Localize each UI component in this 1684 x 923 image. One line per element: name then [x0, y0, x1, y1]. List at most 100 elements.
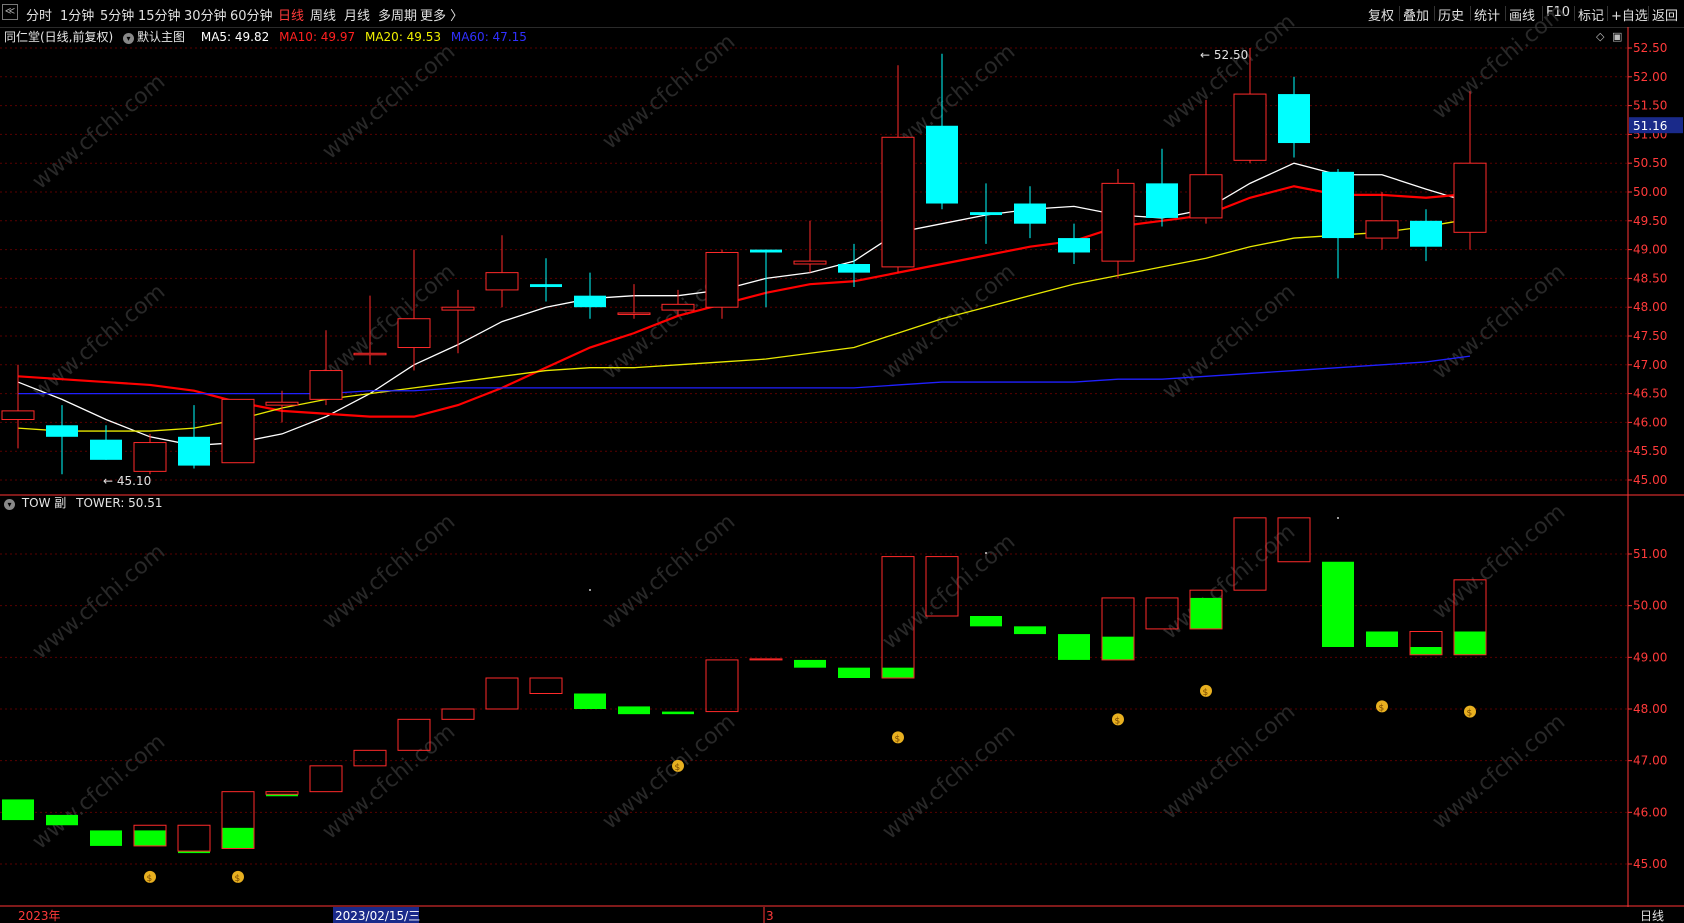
tower-bar-frame — [441, 708, 475, 720]
candle-body-down — [1014, 203, 1046, 224]
high-price-label: ← 52.50 — [1200, 48, 1248, 62]
watermark-text: www.cfchi.com — [878, 259, 1020, 384]
tower-bar-frame — [749, 658, 783, 661]
tower-bar-frame — [529, 677, 563, 694]
candle-body-up — [1365, 220, 1399, 239]
tower-bar-green — [1014, 626, 1046, 635]
candle-body-down — [1410, 220, 1442, 247]
tower-bar-green — [618, 706, 650, 715]
main-y-tick-label: 50.00 — [1633, 185, 1667, 199]
candle-body-up — [265, 401, 299, 406]
year-label: 2023年 — [18, 909, 61, 923]
candle-body-up — [661, 303, 695, 311]
candle-body-up — [441, 306, 475, 311]
candle-body-up — [617, 312, 651, 315]
candle-body-up — [309, 370, 343, 400]
tower-bar-green — [794, 659, 826, 668]
candle-body-down — [926, 125, 958, 204]
candle-body-up — [793, 260, 827, 265]
last-price-label: 51.16 — [1633, 119, 1667, 133]
watermark-text: www.cfchi.com — [318, 509, 460, 634]
tower-bar-green — [1454, 631, 1486, 655]
ma-line-ma60 — [18, 355, 1471, 395]
main-y-tick-label: 52.00 — [1633, 70, 1667, 84]
main-y-tick-label: 45.00 — [1633, 473, 1667, 487]
crosshair-date-label: 2023/02/15/三 — [335, 909, 420, 923]
candle-body-up — [221, 398, 255, 464]
money-bag-symbol: $ — [235, 874, 241, 884]
candle-body-down — [1058, 238, 1090, 253]
watermark-text: www.cfchi.com — [1428, 259, 1570, 384]
watermark-text: www.cfchi.com — [1428, 499, 1570, 624]
main-y-tick-label: 45.50 — [1633, 444, 1667, 458]
tower-bar-green — [1102, 636, 1134, 660]
watermark-text: www.cfchi.com — [1428, 709, 1570, 834]
tower-bar-green — [970, 616, 1002, 627]
tower-bar-frame — [265, 791, 299, 795]
sub-y-tick-label: 47.00 — [1633, 754, 1667, 768]
kline-chart[interactable]: 52.50 52.00 51.50 51.00 50.50 50.00 49.50 49.00… — [0, 0, 1684, 923]
watermark-text: www.cfchi.com — [1158, 279, 1300, 404]
main-y-tick-label: 50.50 — [1633, 156, 1667, 170]
main-y-tick-label: 47.50 — [1633, 329, 1667, 343]
watermark-text: www.cfchi.com — [878, 529, 1020, 654]
candle-body-down — [970, 212, 1002, 216]
main-y-tick-label: 48.00 — [1633, 300, 1667, 314]
candle-body-down — [530, 284, 562, 288]
main-y-tick-label: 46.00 — [1633, 415, 1667, 429]
candle-body-down — [838, 264, 870, 273]
candle-body-down — [90, 439, 122, 460]
low-price-label: ← 45.10 — [103, 474, 151, 488]
sub-y-tick-label: 49.00 — [1633, 650, 1667, 664]
candle-body-up — [1233, 93, 1267, 161]
candle-body-up — [133, 442, 167, 472]
tower-bar-green — [1322, 561, 1354, 647]
tower-bar-green — [574, 693, 606, 709]
tower-dot — [1337, 517, 1339, 519]
tower-bar-frame — [705, 659, 739, 713]
candle-body-up — [1453, 162, 1487, 233]
watermark-text: www.cfchi.com — [1158, 519, 1300, 644]
watermark-text: www.cfchi.com — [598, 709, 740, 834]
money-bag-symbol: $ — [1115, 716, 1121, 726]
tower-bar-green — [1190, 597, 1222, 629]
tower-bar-green — [882, 667, 914, 678]
candle-body-down — [178, 436, 210, 466]
tower-bar-green — [1410, 647, 1442, 655]
main-y-tick-label: 48.50 — [1633, 271, 1667, 285]
main-y-tick-label: 46.50 — [1633, 387, 1667, 401]
candle-body-up — [1189, 174, 1223, 219]
tower-bar-green — [1058, 634, 1090, 660]
money-bag-symbol: $ — [895, 734, 901, 744]
money-bag-symbol: $ — [147, 874, 153, 884]
watermark-text: www.cfchi.com — [318, 39, 460, 164]
watermark-text: www.cfchi.com — [318, 259, 460, 384]
candle-body-up — [1101, 182, 1135, 262]
watermark-text: www.cfchi.com — [1428, 0, 1570, 125]
candle-body-up — [1, 410, 35, 421]
watermark-text: www.cfchi.com — [318, 719, 460, 844]
tower-bar-frame — [485, 677, 519, 710]
candle-body-down — [1146, 183, 1178, 218]
candle-body-up — [485, 272, 519, 291]
tower-bar-green — [2, 799, 34, 821]
candle-body-down — [1322, 171, 1354, 239]
candle-body-down — [46, 425, 78, 437]
candle-body-down — [750, 249, 782, 253]
candle-body-up — [881, 136, 915, 268]
money-bag-symbol: $ — [1203, 688, 1209, 698]
tower-dot — [985, 552, 987, 554]
watermark-text: www.cfchi.com — [598, 29, 740, 154]
main-y-tick-label: 52.50 — [1633, 41, 1667, 55]
candle-body-up — [353, 352, 387, 356]
tower-bar-green — [838, 667, 870, 678]
candle-body-down — [574, 295, 606, 308]
tower-bar-frame — [177, 824, 211, 852]
diamond-icon: ◇ — [1596, 30, 1605, 43]
tower-bar-green — [1366, 631, 1398, 647]
tower-bar-green — [46, 814, 78, 826]
period-label: 日线 — [1640, 909, 1664, 923]
window-icon: ▣ — [1612, 30, 1622, 43]
sub-y-tick-label: 51.00 — [1633, 547, 1667, 561]
money-bag-symbol: $ — [675, 763, 681, 773]
